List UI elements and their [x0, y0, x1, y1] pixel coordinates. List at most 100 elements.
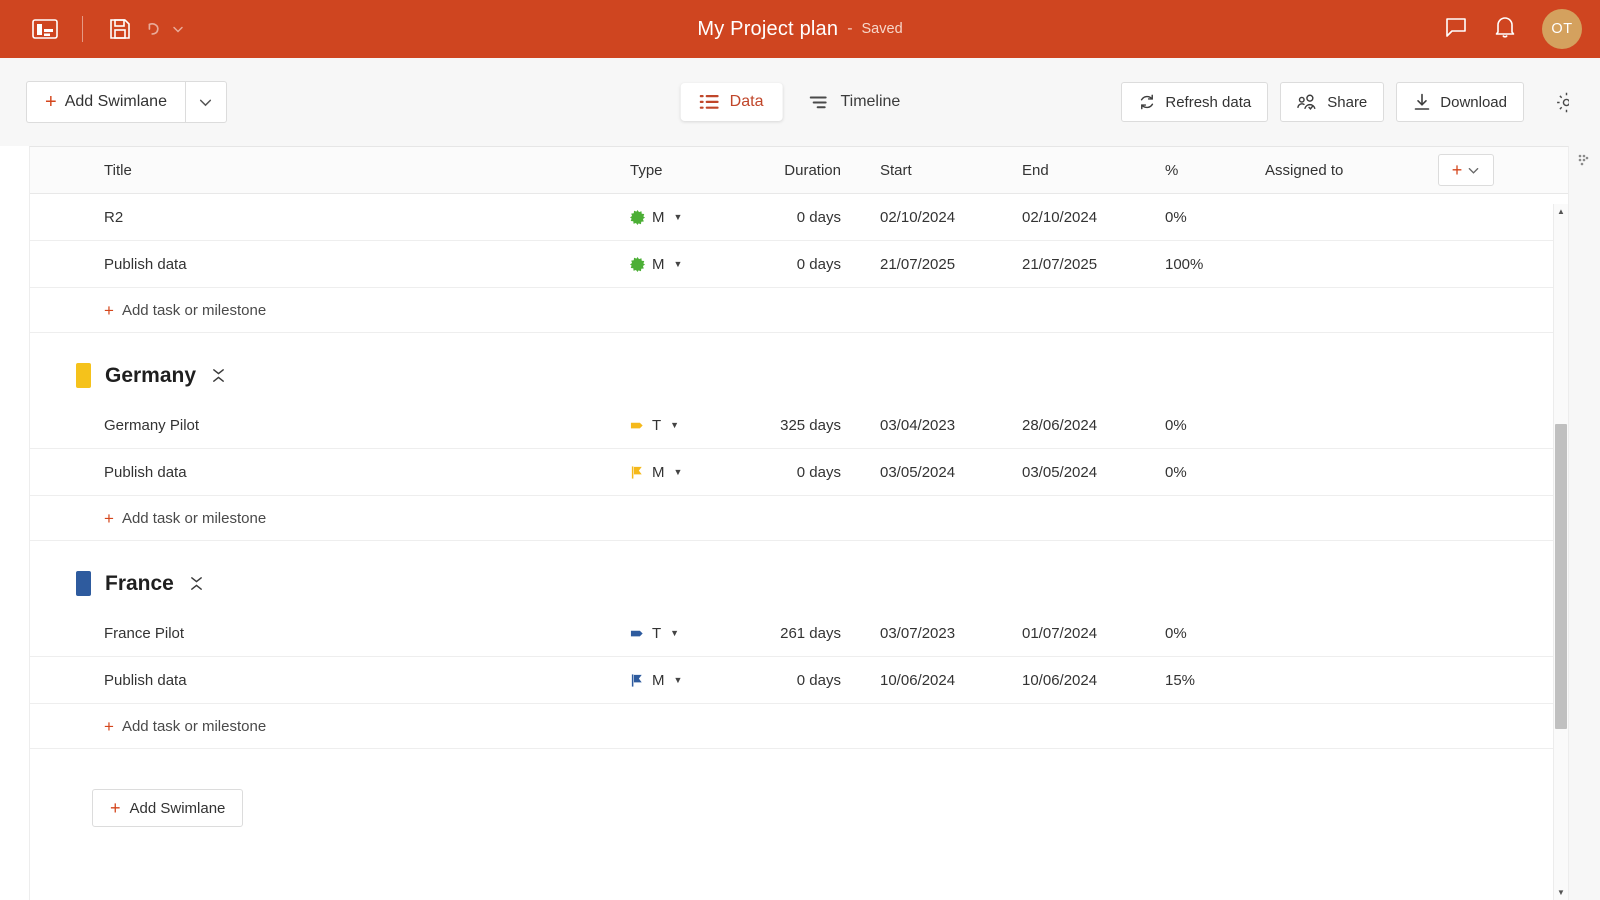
cell-duration: 325 days: [740, 417, 845, 434]
share-button[interactable]: Share: [1280, 82, 1384, 122]
save-status: Saved: [862, 21, 903, 37]
milestone-flag-yellow-icon: [630, 465, 645, 480]
scroll-up-arrow-icon[interactable]: ▲: [1554, 204, 1568, 219]
chevron-down-icon[interactable]: ▼: [670, 420, 679, 430]
scrollbar-track[interactable]: [1554, 219, 1568, 885]
cell-percent: 15%: [1135, 672, 1230, 689]
table-row[interactable]: Publish data M ▼ 0 days 03/05/2024 03/05…: [30, 449, 1568, 496]
refresh-data-button[interactable]: Refresh data: [1121, 82, 1268, 122]
swimlane-color-chip[interactable]: [76, 571, 91, 596]
save-icon[interactable]: [97, 9, 143, 49]
tab-data[interactable]: Data: [681, 83, 783, 121]
table-row[interactable]: Germany Pilot T ▼ 325 days 03/04/2023 28…: [30, 402, 1568, 449]
top-bar-right-tools: OT: [1444, 9, 1582, 49]
cell-type[interactable]: M ▼: [630, 256, 740, 273]
cell-duration: 0 days: [740, 464, 845, 481]
cell-end: 01/07/2024: [990, 625, 1135, 642]
top-bar: My Project plan - Saved OT: [0, 0, 1600, 58]
cell-type-label: M: [652, 209, 665, 226]
add-task-or-milestone-button[interactable]: + Add task or milestone: [30, 288, 1568, 333]
swimlane-name[interactable]: Germany: [105, 364, 196, 388]
chevron-down-icon[interactable]: ▼: [674, 259, 683, 269]
cell-title: R2: [30, 209, 630, 226]
column-header-title[interactable]: Title: [30, 162, 630, 179]
swimlane-group-france: France France Pilot T ▼ 261 day: [30, 541, 1568, 749]
add-swimlane-dropdown-button[interactable]: [185, 81, 227, 123]
column-header-percent[interactable]: %: [1135, 162, 1230, 179]
task-bar-blue-icon: [630, 626, 645, 641]
cell-title: Publish data: [30, 672, 630, 689]
cell-title: France Pilot: [30, 625, 630, 642]
chevron-down-icon[interactable]: ▼: [674, 212, 683, 222]
chevron-down-icon[interactable]: ▼: [674, 675, 683, 685]
table-row[interactable]: Publish data M ▼ 0 days 21/07/2025 21/07…: [30, 241, 1568, 288]
add-task-label: Add task or milestone: [122, 510, 266, 527]
cell-duration: 261 days: [740, 625, 845, 642]
collapse-chevrons-icon[interactable]: [188, 575, 205, 592]
bottom-add-swimlane-label: Add Swimlane: [130, 800, 226, 817]
chevron-down-icon[interactable]: ▼: [670, 628, 679, 638]
vertical-scrollbar[interactable]: ▲ ▼: [1553, 204, 1568, 900]
refresh-data-label: Refresh data: [1165, 94, 1251, 111]
column-header-start[interactable]: Start: [845, 162, 990, 179]
plus-icon: +: [104, 718, 114, 735]
cell-percent: 0%: [1135, 417, 1230, 434]
column-header-end[interactable]: End: [990, 162, 1135, 179]
download-arrow-icon: [1413, 93, 1431, 111]
cell-percent: 0%: [1135, 464, 1230, 481]
cell-start: 21/07/2025: [845, 256, 990, 273]
tab-timeline-label: Timeline: [840, 93, 900, 111]
bottom-add-swimlane-button[interactable]: + Add Swimlane: [92, 789, 243, 827]
cell-start: 10/06/2024: [845, 672, 990, 689]
top-bar-left-tools: [22, 9, 185, 49]
cell-duration: 0 days: [740, 209, 845, 226]
milestone-flag-blue-icon: [630, 673, 645, 688]
title-separator: -: [847, 20, 852, 38]
cell-type-label: M: [652, 256, 665, 273]
tab-timeline[interactable]: Timeline: [790, 83, 919, 121]
add-swimlane-button[interactable]: + Add Swimlane: [26, 81, 185, 123]
swimlane-name[interactable]: France: [105, 572, 174, 596]
avatar[interactable]: OT: [1542, 9, 1582, 49]
table-row[interactable]: Publish data M ▼ 0 days 10/06/2024 10/06…: [30, 657, 1568, 704]
add-task-or-milestone-button[interactable]: + Add task or milestone: [30, 496, 1568, 541]
cell-end: 21/07/2025: [990, 256, 1135, 273]
cell-type[interactable]: M ▼: [630, 464, 740, 481]
column-header-type[interactable]: Type: [630, 162, 740, 179]
download-label: Download: [1440, 94, 1507, 111]
cell-type-label: M: [652, 464, 665, 481]
table-row[interactable]: France Pilot T ▼ 261 days 03/07/2023 01/…: [30, 610, 1568, 657]
panel-resize-handle-icon[interactable]: [1576, 152, 1592, 168]
table-row[interactable]: R2 M ▼ 0 days 02/10/2024 02/10/2024 0%: [30, 194, 1568, 241]
cell-type[interactable]: T ▼: [630, 625, 740, 642]
cell-type[interactable]: T ▼: [630, 417, 740, 434]
notification-bell-icon[interactable]: [1494, 15, 1516, 44]
collapse-chevrons-icon[interactable]: [210, 367, 227, 384]
document-title-group: My Project plan - Saved: [0, 0, 1600, 58]
app-logo-icon[interactable]: [22, 9, 68, 49]
undo-button[interactable]: [143, 18, 185, 40]
swimlane-color-chip[interactable]: [76, 363, 91, 388]
plus-icon: +: [104, 302, 114, 319]
refresh-circular-arrows-icon: [1138, 93, 1156, 111]
list-icon: [700, 94, 719, 110]
grid-header-row: Title Type Duration Start End % Assigned…: [30, 147, 1568, 194]
cell-end: 03/05/2024: [990, 464, 1135, 481]
cell-type[interactable]: M ▼: [630, 672, 740, 689]
share-label: Share: [1327, 94, 1367, 111]
add-column-button[interactable]: +: [1438, 154, 1494, 186]
download-button[interactable]: Download: [1396, 82, 1524, 122]
page-title[interactable]: My Project plan: [697, 18, 838, 41]
chevron-down-icon: [171, 22, 185, 36]
column-header-duration[interactable]: Duration: [740, 162, 845, 179]
tab-data-label: Data: [730, 93, 764, 111]
scroll-down-arrow-icon[interactable]: ▼: [1554, 885, 1568, 900]
scrollbar-thumb[interactable]: [1555, 424, 1567, 729]
chevron-down-icon[interactable]: ▼: [674, 467, 683, 477]
column-header-assigned-to[interactable]: Assigned to: [1230, 162, 1420, 179]
cell-duration: 0 days: [740, 672, 845, 689]
cell-end: 02/10/2024: [990, 209, 1135, 226]
cell-type[interactable]: M ▼: [630, 209, 740, 226]
comment-icon[interactable]: [1444, 15, 1468, 44]
add-task-or-milestone-button[interactable]: + Add task or milestone: [30, 704, 1568, 749]
